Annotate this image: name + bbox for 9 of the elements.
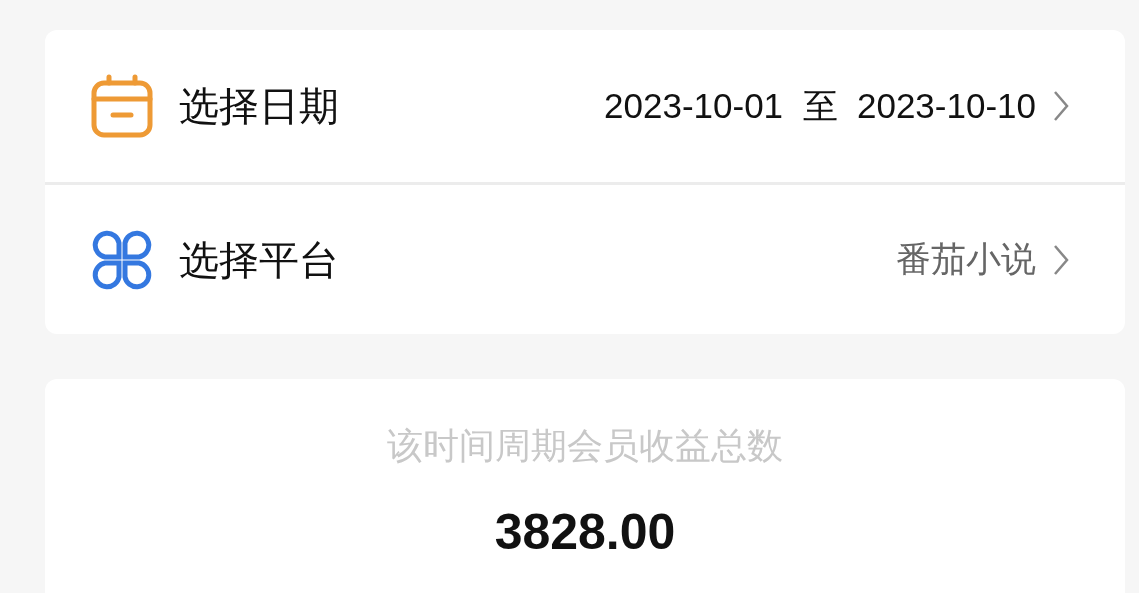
- filter-value: 番茄小说: [896, 238, 1036, 281]
- calendar-icon: [89, 73, 155, 139]
- filter-row[interactable]: 选择日期 2023-10-01 至 2023-10-10: [45, 30, 1125, 182]
- filter-row[interactable]: 选择平台 番茄小说: [45, 182, 1125, 334]
- chevron-right-icon: [1052, 89, 1070, 123]
- summary-value: 3828.00: [493, 503, 677, 562]
- filter-value: 2023-10-01 至 2023-10-10: [604, 84, 1036, 127]
- filter-label: 选择平台: [179, 236, 339, 284]
- filter-label: 选择日期: [179, 83, 339, 130]
